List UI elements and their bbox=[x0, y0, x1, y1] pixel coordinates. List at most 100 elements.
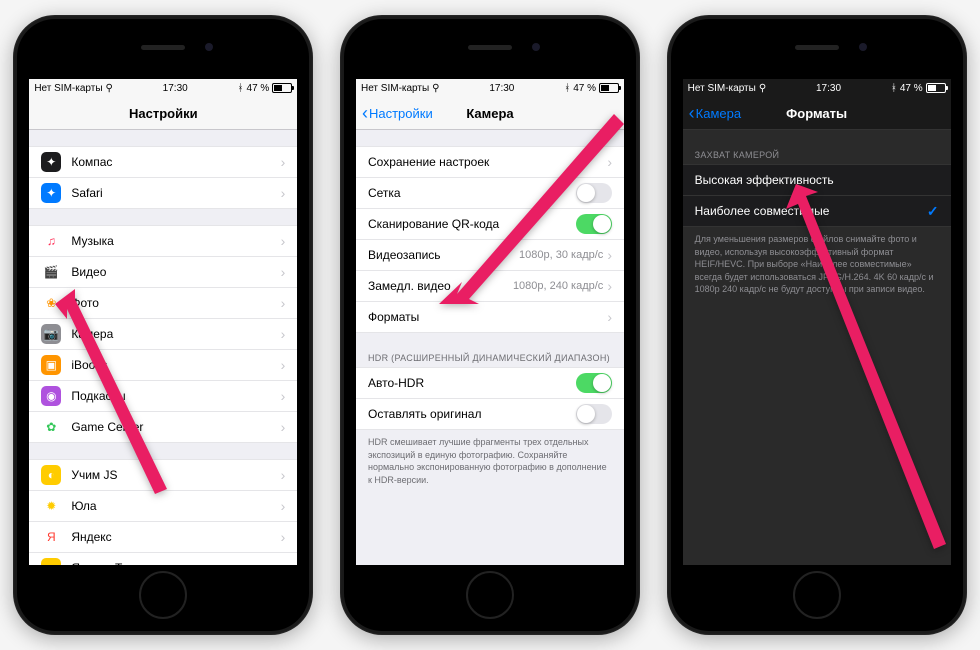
home-button[interactable] bbox=[793, 571, 841, 619]
row-label: Подкасты bbox=[71, 389, 280, 403]
chevron-left-icon: ‹ bbox=[362, 104, 368, 122]
speaker-slot bbox=[468, 45, 512, 50]
camera-group-hdr: HDR (РАСШИРЕННЫЙ ДИНАМИЧЕСКИЙ ДИАПАЗОН) … bbox=[356, 349, 624, 492]
hdr-header: HDR (РАСШИРЕННЫЙ ДИНАМИЧЕСКИЙ ДИАПАЗОН) bbox=[356, 349, 624, 367]
status-bar: Нет SIM-карты ⚲ 17:30 ᚼ 47 % bbox=[29, 79, 297, 97]
wifi-icon: ⚲ bbox=[759, 83, 766, 94]
format-option[interactable]: Наиболее совместимые✓ bbox=[683, 196, 951, 227]
settings-row[interactable]: Замедл. видео1080p, 240 кадр/с› bbox=[356, 271, 624, 302]
settings-row[interactable]: ❀ Фото› bbox=[29, 288, 297, 319]
status-time: 17:30 bbox=[489, 83, 514, 94]
carrier-label: Нет SIM-карты bbox=[34, 83, 102, 94]
chevron-right-icon: › bbox=[607, 247, 612, 263]
app-icon: ◉ bbox=[41, 386, 61, 406]
format-option[interactable]: Высокая эффективность bbox=[683, 164, 951, 196]
chevron-right-icon: › bbox=[281, 233, 286, 249]
front-camera bbox=[859, 43, 867, 51]
row-label: Сохранение настроек bbox=[368, 155, 607, 169]
back-button[interactable]: ‹ Камера bbox=[689, 104, 741, 122]
chevron-right-icon: › bbox=[281, 467, 286, 483]
battery-icon bbox=[926, 83, 946, 93]
capture-header: ЗАХВАТ КАМЕРОЙ bbox=[683, 146, 951, 164]
back-button[interactable]: ‹ Настройки bbox=[362, 104, 433, 122]
settings-list[interactable]: ✦Компас›✦Safari› ♫Музыка›🎬Видео›❀Фото›📷К… bbox=[29, 130, 297, 565]
settings-row[interactable]: Сетка bbox=[356, 178, 624, 209]
settings-row[interactable]: Авто-HDR bbox=[356, 367, 624, 399]
wifi-icon: ⚲ bbox=[432, 83, 439, 94]
check-icon: ✓ bbox=[927, 203, 939, 220]
chevron-right-icon: › bbox=[281, 388, 286, 404]
phone-frame-2: Нет SIM-карты ⚲ 17:30 ᚼ 47 % ‹ Настройки… bbox=[340, 15, 640, 635]
settings-row[interactable]: 📷Камера› bbox=[29, 319, 297, 350]
battery-percent: 47 % bbox=[573, 83, 596, 94]
app-icon: 🎬 bbox=[41, 262, 61, 282]
camera-settings-list[interactable]: Сохранение настроек›СеткаСканирование QR… bbox=[356, 130, 624, 565]
formats-group: ЗАХВАТ КАМЕРОЙ Высокая эффективность Наиб… bbox=[683, 146, 951, 302]
toggle-switch[interactable] bbox=[576, 404, 612, 424]
chevron-right-icon: › bbox=[281, 295, 286, 311]
settings-row[interactable]: ✦Safari› bbox=[29, 178, 297, 209]
nav-bar: ‹ Камера Форматы bbox=[683, 97, 951, 130]
speaker-slot bbox=[141, 45, 185, 50]
formats-footer: Для уменьшения размеров файлов снимайте … bbox=[683, 227, 951, 302]
formats-list[interactable]: ЗАХВАТ КАМЕРОЙ Высокая эффективность Наиб… bbox=[683, 130, 951, 565]
settings-group-apps-3: ◐Учим JS›✹Юла›ЯЯндекс›▪Яндекс Такси› bbox=[29, 459, 297, 565]
chevron-right-icon: › bbox=[607, 154, 612, 170]
app-icon: ✦ bbox=[41, 152, 61, 172]
status-time: 17:30 bbox=[816, 83, 841, 94]
chevron-right-icon: › bbox=[281, 154, 286, 170]
settings-row[interactable]: 🎬Видео› bbox=[29, 257, 297, 288]
app-icon: ❀ bbox=[41, 293, 61, 313]
chevron-right-icon: › bbox=[281, 529, 286, 545]
app-icon: ✦ bbox=[41, 183, 61, 203]
settings-row[interactable]: Оставлять оригинал bbox=[356, 399, 624, 430]
settings-row[interactable]: ◉ Подкасты› bbox=[29, 381, 297, 412]
chevron-right-icon: › bbox=[607, 309, 612, 325]
settings-row[interactable]: ЯЯндекс› bbox=[29, 522, 297, 553]
status-bar: Нет SIM-карты ⚲ 17:30 ᚼ 47 % bbox=[683, 79, 951, 97]
chevron-right-icon: › bbox=[281, 419, 286, 435]
nav-bar: ‹ Настройки Камера bbox=[356, 97, 624, 130]
settings-row[interactable]: Видеозапись1080p, 30 кадр/с› bbox=[356, 240, 624, 271]
back-label: Настройки bbox=[369, 106, 433, 121]
app-icon: 📷 bbox=[41, 324, 61, 344]
row-label: Яндекс Такси bbox=[71, 561, 280, 565]
app-icon: ✹ bbox=[41, 496, 61, 516]
chevron-right-icon: › bbox=[281, 185, 286, 201]
chevron-right-icon: › bbox=[281, 560, 286, 565]
settings-row[interactable]: ▣iBooks› bbox=[29, 350, 297, 381]
settings-row[interactable]: ▪Яндекс Такси› bbox=[29, 553, 297, 565]
camera-group-main: Сохранение настроек›СеткаСканирование QR… bbox=[356, 146, 624, 333]
settings-row[interactable]: Сканирование QR-кода bbox=[356, 209, 624, 240]
row-label: Замедл. видео bbox=[368, 279, 513, 293]
settings-row[interactable]: Сохранение настроек› bbox=[356, 146, 624, 178]
settings-row[interactable]: ◐Учим JS› bbox=[29, 459, 297, 491]
screen-camera-settings: Нет SIM-карты ⚲ 17:30 ᚼ 47 % ‹ Настройки… bbox=[356, 79, 624, 565]
settings-row[interactable]: Форматы› bbox=[356, 302, 624, 333]
toggle-switch[interactable] bbox=[576, 183, 612, 203]
settings-row[interactable]: ♫Музыка› bbox=[29, 225, 297, 257]
toggle-switch[interactable] bbox=[576, 214, 612, 234]
bluetooth-icon: ᚼ bbox=[238, 83, 244, 94]
home-button[interactable] bbox=[466, 571, 514, 619]
battery-percent: 47 % bbox=[247, 83, 270, 94]
bluetooth-icon: ᚼ bbox=[891, 83, 897, 94]
toggle-switch[interactable] bbox=[576, 373, 612, 393]
settings-row[interactable]: ✦Компас› bbox=[29, 146, 297, 178]
screen-formats: Нет SIM-карты ⚲ 17:30 ᚼ 47 % ‹ Камера Фо… bbox=[683, 79, 951, 565]
settings-row[interactable]: ✿Game Center› bbox=[29, 412, 297, 443]
row-label: Фото bbox=[71, 296, 280, 310]
home-button[interactable] bbox=[139, 571, 187, 619]
chevron-left-icon: ‹ bbox=[689, 104, 695, 122]
front-camera bbox=[532, 43, 540, 51]
page-title: Форматы bbox=[786, 106, 847, 121]
bluetooth-icon: ᚼ bbox=[564, 83, 570, 94]
row-label: Сетка bbox=[368, 186, 576, 200]
battery-icon bbox=[599, 83, 619, 93]
status-time: 17:30 bbox=[163, 83, 188, 94]
row-label: Яндекс bbox=[71, 530, 280, 544]
app-icon: ✿ bbox=[41, 417, 61, 437]
row-label: Учим JS bbox=[71, 468, 280, 482]
row-label: Высокая эффективность bbox=[695, 173, 939, 187]
settings-row[interactable]: ✹Юла› bbox=[29, 491, 297, 522]
